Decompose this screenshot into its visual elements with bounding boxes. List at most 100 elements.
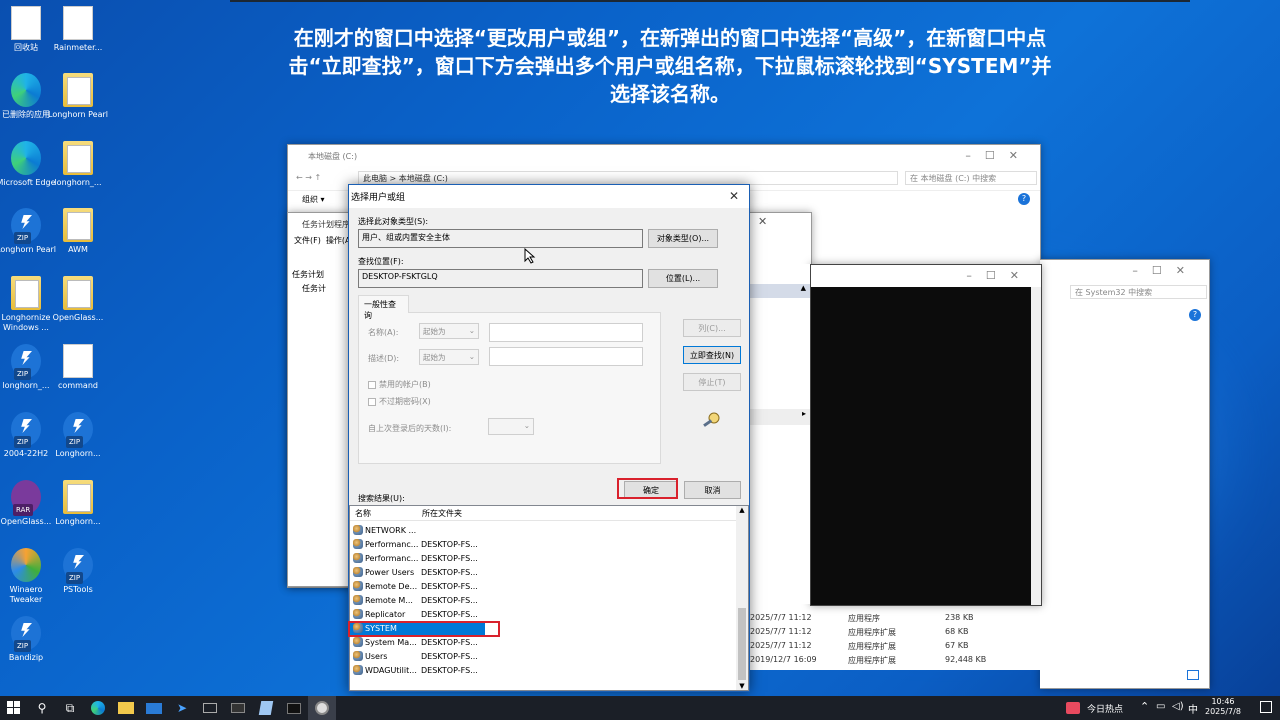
desktop-icon-label: PSTools	[63, 585, 93, 594]
file-type: 应用程序扩展	[848, 628, 896, 637]
ime-indicator[interactable]: 中	[1188, 701, 1198, 716]
result-name: System Ma...	[365, 637, 417, 647]
results-row[interactable]: Remote M... DESKTOP-FS...	[350, 593, 738, 607]
explorer-window-system32[interactable]: –☐✕ 在 System32 中搜索 ?	[1040, 259, 1210, 689]
breadcrumb-this-pc[interactable]: 此电脑	[363, 174, 387, 183]
edge-taskbar-icon[interactable]	[84, 696, 112, 720]
search-results-list[interactable]: 名称 所在文件夹 NETWORK ... Performanc... DESKTOP…	[349, 505, 749, 691]
disabled-accounts-checkbox[interactable]: 禁用的帐户(B)	[368, 379, 431, 390]
desktop-icon[interactable]: Bandizip	[0, 612, 56, 674]
zip-icon	[11, 412, 41, 448]
search-icon[interactable]: ⚲	[28, 696, 56, 720]
results-scrollbar[interactable]: ▲ ▼	[736, 506, 748, 690]
tab-common-queries[interactable]: 一般性查询	[358, 295, 409, 320]
breadcrumb-c-drive[interactable]: 本地磁盘 (C:)	[399, 174, 448, 183]
file-type: 应用程序	[848, 614, 880, 623]
document-icon	[63, 344, 93, 378]
result-folder: DESKTOP-FS...	[421, 581, 478, 591]
dialog-close-icon[interactable]: ✕	[729, 189, 739, 203]
clock[interactable]: 10:46 2025/7/8	[1205, 697, 1241, 717]
terminal-icon[interactable]	[280, 696, 308, 720]
description-input[interactable]	[489, 347, 643, 366]
cancel-button[interactable]: 取消	[684, 481, 741, 499]
column-header-name[interactable]: 名称	[355, 508, 371, 519]
file-size: 92,448 KB	[945, 655, 987, 664]
details-view-icon[interactable]	[1187, 670, 1199, 680]
desktop-icon[interactable]: AWM	[48, 204, 108, 266]
column-header-folder[interactable]: 所在文件夹	[422, 508, 462, 519]
desktop-icon[interactable]: Longhorn Pearl	[48, 69, 108, 131]
desktop-icon[interactable]: OpenGlass...	[48, 272, 108, 334]
file-type: 应用程序扩展	[848, 656, 896, 665]
object-types-button[interactable]: 对象类型(O)...	[648, 229, 718, 248]
menu-file[interactable]: 文件(F)	[294, 236, 321, 245]
result-name: Performanc...	[365, 539, 419, 549]
clock-app-icon[interactable]	[308, 696, 336, 720]
system32-search-input[interactable]: 在 System32 中搜索	[1070, 285, 1207, 299]
tray-chevron-icon[interactable]: ⌃	[1140, 700, 1149, 713]
results-row[interactable]: NETWORK ...	[350, 523, 738, 537]
days-select[interactable]: ⌄	[488, 418, 534, 435]
volume-icon[interactable]: ◁)	[1172, 701, 1184, 712]
folder-icon	[63, 480, 93, 514]
results-row[interactable]: Power Users DESKTOP-FS...	[350, 565, 738, 579]
results-row[interactable]: Performanc... DESKTOP-FS...	[350, 537, 738, 551]
instruction-caption: 在刚才的窗口中选择“更改用户或组”，在新弹出的窗口中选择“高级”，在新窗口中点 …	[190, 24, 1150, 108]
results-row[interactable]: Users DESKTOP-FS...	[350, 649, 738, 663]
notification-icon[interactable]	[1260, 701, 1272, 713]
windows-start-icon[interactable]	[0, 696, 28, 720]
desktop-icon[interactable]: Rainmeter...	[48, 2, 108, 64]
columns-button[interactable]: 列(C)...	[683, 319, 741, 337]
network-icon[interactable]: ▭	[1156, 701, 1165, 712]
screen-icon[interactable]	[196, 696, 224, 720]
news-icon[interactable]	[1066, 702, 1080, 714]
bandizip-icon[interactable]: ➤	[168, 696, 196, 720]
non-expiring-password-checkbox[interactable]: 不过期密码(X)	[368, 396, 431, 407]
search-users-icon	[701, 411, 723, 429]
help-icon[interactable]: ?	[1189, 309, 1201, 321]
desktop-icon[interactable]: longhorn_...	[48, 137, 108, 199]
results-row[interactable]: Remote De... DESKTOP-FS...	[350, 579, 738, 593]
days-since-logon-label: 自上次登录后的天数(I):	[368, 424, 452, 433]
locations-button[interactable]: 位置(L)...	[648, 269, 718, 288]
result-folder: DESKTOP-FS...	[421, 665, 478, 675]
name-match-select[interactable]: 起始为 ⌄	[419, 323, 479, 339]
help-icon[interactable]: ?	[1018, 193, 1030, 205]
user-group-icon	[353, 553, 363, 563]
find-now-button[interactable]: 立即查找(N)	[683, 346, 741, 364]
nav-arrows[interactable]: ← → ↑	[296, 173, 321, 182]
organize-button[interactable]: 组织 ▾	[302, 194, 325, 205]
notepad-icon[interactable]	[252, 696, 280, 720]
name-input[interactable]	[489, 323, 643, 342]
desktop-icon-label: AWM	[68, 245, 88, 254]
results-row[interactable]: System Ma... DESKTOP-FS...	[350, 635, 738, 649]
task-close-icon[interactable]: ✕	[758, 215, 767, 228]
description-match-select[interactable]: 起始为 ⌄	[419, 349, 479, 365]
desktop-icon-label: longhorn_...	[54, 178, 102, 187]
file-type: 应用程序扩展	[848, 642, 896, 651]
results-row[interactable]: Replicator DESKTOP-FS...	[350, 607, 738, 621]
stop-button[interactable]: 停止(T)	[683, 373, 741, 391]
desktop-icon-label: OpenGlass...	[52, 313, 104, 322]
dialog-title: 选择用户或组	[351, 193, 406, 203]
result-name: Remote De...	[365, 581, 418, 591]
desktop-icon[interactable]: command	[48, 340, 108, 402]
console-taskbar-icon[interactable]	[224, 696, 252, 720]
tree-item-root[interactable]: 任务计划	[292, 270, 324, 279]
file-date: 2019/12/7 16:09	[750, 655, 817, 664]
window-controls[interactable]: –☐✕	[965, 149, 1032, 162]
news-label[interactable]: 今日热点	[1087, 702, 1123, 715]
desktop-icon[interactable]: Longhorn...	[48, 476, 108, 538]
mail-icon[interactable]	[140, 696, 168, 720]
desktop-icon[interactable]: PSTools	[48, 544, 108, 606]
console-window[interactable]: –☐✕	[810, 264, 1042, 606]
select-users-dialog[interactable]: 选择用户或组 ✕ 选择此对象类型(S): 用户、组或内置安全主体 对象类型(O)…	[348, 184, 750, 692]
tree-item-child[interactable]: 任务计	[302, 284, 326, 293]
desktop-icon[interactable]: Longhorn...	[48, 408, 108, 470]
search-input[interactable]: 在 本地磁盘 (C:) 中搜索	[905, 171, 1037, 185]
file-explorer-icon[interactable]	[112, 696, 140, 720]
zip-icon	[63, 548, 93, 584]
results-row[interactable]: WDAGUtilit... DESKTOP-FS...	[350, 663, 738, 677]
task-view-icon[interactable]: ⧉	[56, 696, 84, 720]
results-row[interactable]: Performanc... DESKTOP-FS...	[350, 551, 738, 565]
